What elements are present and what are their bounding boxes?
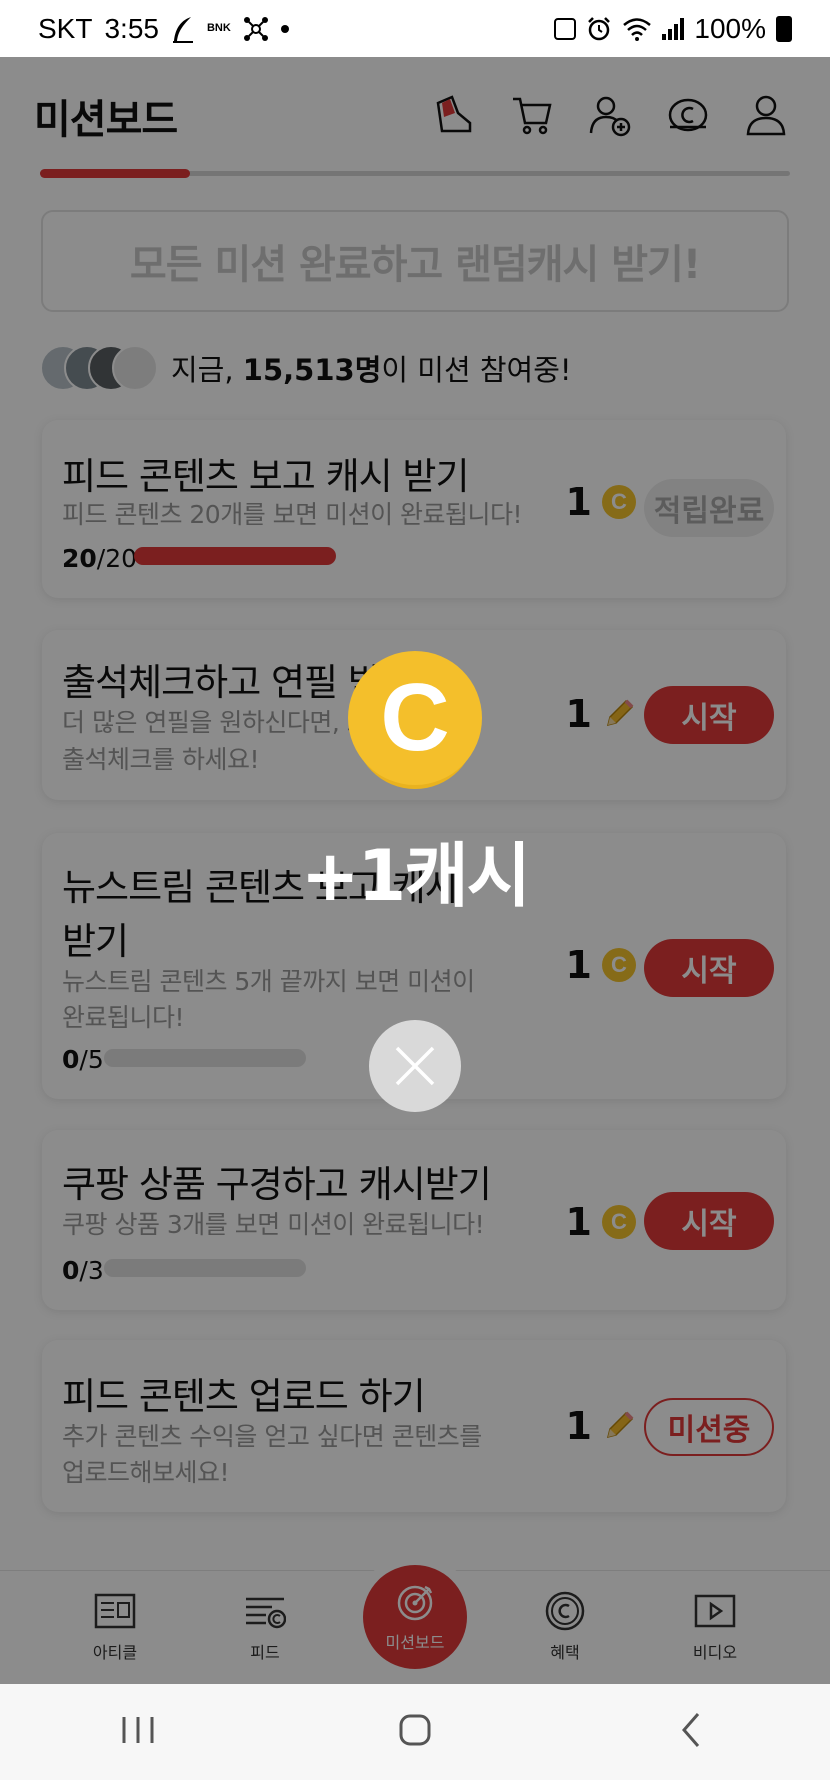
big-coin-icon: C	[348, 651, 482, 785]
screen: SKT 3:55 BNK 100% 미션보드 모든 미션 완료하고 랜덤캐시 받…	[0, 0, 830, 1780]
battery-icon	[776, 15, 792, 42]
coin-letter: C	[380, 664, 450, 771]
alarm-icon	[588, 16, 611, 40]
feather-icon	[172, 16, 193, 43]
home-button[interactable]	[395, 1710, 435, 1754]
home-icon	[399, 1714, 431, 1746]
notification-dot	[280, 24, 289, 33]
signal-icon	[662, 17, 685, 40]
battery-percent: 100%	[694, 12, 766, 44]
carrier: SKT	[38, 12, 93, 44]
wifi-icon	[623, 17, 652, 41]
network-icon	[243, 16, 268, 41]
system-nav-bar	[0, 1684, 830, 1780]
back-button[interactable]	[672, 1710, 712, 1754]
status-bar: SKT 3:55 BNK 100%	[0, 0, 830, 57]
close-button[interactable]	[369, 1020, 461, 1112]
recent-apps-icon	[122, 1717, 154, 1743]
close-icon	[395, 1046, 435, 1086]
battery-saver-icon	[554, 17, 577, 40]
bank-icon: BNK	[206, 22, 231, 34]
back-icon	[681, 1713, 699, 1747]
reward-text: +1캐시	[300, 835, 531, 917]
clock: 3:55	[104, 12, 159, 44]
recent-apps-button[interactable]	[118, 1713, 158, 1751]
